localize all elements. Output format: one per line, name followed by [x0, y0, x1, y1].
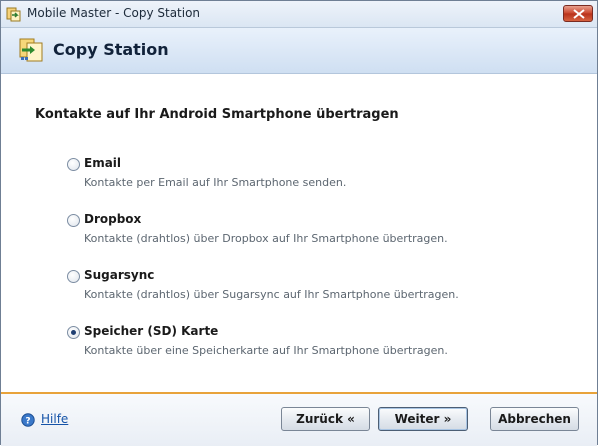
dropbox-option-description: Kontakte (drahtlos) über Dropbox auf Ihr… — [84, 232, 448, 245]
back-button-label: Zurück « — [296, 411, 355, 426]
sd-card-option-label[interactable]: Speicher (SD) Karte — [84, 324, 218, 338]
copy-station-app-icon — [6, 6, 22, 22]
page-title: Copy Station — [53, 40, 169, 59]
dropbox-option-label[interactable]: Dropbox — [84, 212, 141, 226]
help-label[interactable]: Hilfe — [41, 412, 68, 426]
option-dropbox[interactable]: Dropbox Kontakte (drahtlos) über Dropbox… — [67, 211, 547, 251]
email-option-label[interactable]: Email — [84, 156, 121, 170]
sugarsync-option-label[interactable]: Sugarsync — [84, 268, 154, 282]
sd-card-radio[interactable] — [67, 326, 80, 339]
section-heading: Kontakte auf Ihr Android Smartphone über… — [35, 107, 399, 122]
title-bar[interactable]: Mobile Master - Copy Station — [1, 1, 597, 28]
option-sd-card[interactable]: Speicher (SD) Karte Kontakte über eine S… — [67, 323, 547, 363]
sugarsync-option-description: Kontakte (drahtlos) über Sugarsync auf I… — [84, 288, 459, 301]
dropbox-radio[interactable] — [67, 214, 80, 227]
back-button[interactable]: Zurück « — [281, 407, 370, 431]
sd-card-option-description: Kontakte über eine Speicherkarte auf Ihr… — [84, 344, 448, 357]
cancel-button-label: Abbrechen — [498, 411, 571, 426]
option-email[interactable]: Email Kontakte per Email auf Ihr Smartph… — [67, 155, 547, 195]
sugarsync-radio[interactable] — [67, 270, 80, 283]
copy-station-banner-icon — [18, 37, 44, 63]
close-icon — [573, 9, 585, 19]
email-option-description: Kontakte per Email auf Ihr Smartphone se… — [84, 176, 347, 189]
email-radio[interactable] — [67, 158, 80, 171]
cancel-button[interactable]: Abbrechen — [490, 407, 579, 431]
next-button[interactable]: Weiter » — [378, 407, 468, 431]
wizard-footer: ? Hilfe Zurück « Weiter » Abbrechen — [1, 392, 597, 446]
wizard-content: Kontakte auf Ihr Android Smartphone über… — [1, 74, 597, 392]
option-sugarsync[interactable]: Sugarsync Kontakte (drahtlos) über Sugar… — [67, 267, 547, 307]
window-title: Mobile Master - Copy Station — [27, 6, 201, 20]
close-button[interactable] — [563, 5, 593, 22]
copy-station-window: Mobile Master - Copy Station Copy Statio… — [0, 0, 598, 446]
svg-text:?: ? — [25, 417, 30, 427]
next-button-label: Weiter » — [394, 411, 452, 426]
header-banner: Copy Station — [1, 28, 597, 74]
help-icon: ? — [21, 412, 35, 427]
